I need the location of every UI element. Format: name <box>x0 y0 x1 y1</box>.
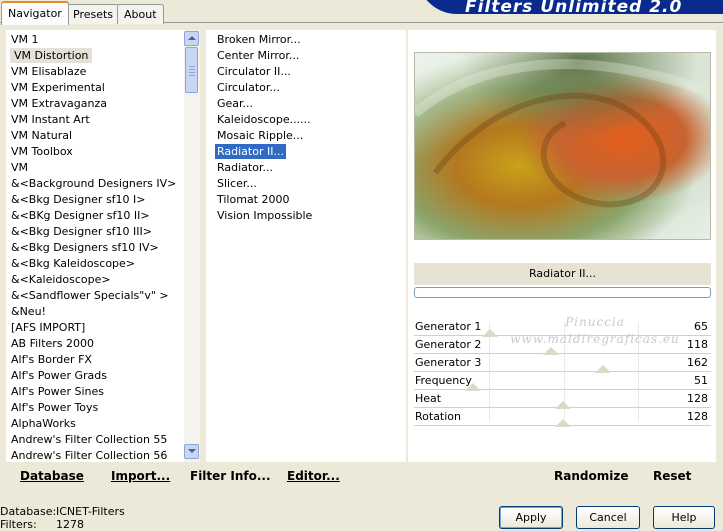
category-item[interactable]: VM Experimental <box>11 80 105 95</box>
filter-item[interactable]: Broken Mirror... <box>217 32 301 47</box>
filter-item[interactable]: Circulator II... <box>217 64 291 79</box>
filter-item[interactable]: Slicer... <box>217 176 257 191</box>
filter-item[interactable]: Gear... <box>217 96 253 111</box>
category-item[interactable]: AlphaWorks <box>11 416 76 431</box>
param-label: Frequency <box>415 374 472 387</box>
scroll-down-icon <box>188 449 196 453</box>
category-item[interactable]: VM Elisablaze <box>11 64 86 79</box>
filters-count-value: 1278 <box>56 518 84 531</box>
database-status-value: ICNET-Filters <box>56 505 125 518</box>
param-slider-heat[interactable]: Heat 128 <box>414 390 711 409</box>
tab-navigator[interactable]: Navigator <box>1 1 69 25</box>
editor-label: Editor... <box>287 469 340 483</box>
param-value: 51 <box>694 374 708 387</box>
category-item[interactable]: &<Sandflower Specials"v" > <box>11 288 169 303</box>
category-item[interactable]: &<Background Designers IV> <box>11 176 176 191</box>
category-item[interactable]: VM Toolbox <box>11 144 73 159</box>
scroll-thumb[interactable] <box>185 47 198 93</box>
category-item[interactable]: Andrew's Filter Collection 55 <box>11 432 167 447</box>
filter-list[interactable]: Broken Mirror... Center Mirror... Circulat… <box>206 30 406 462</box>
category-item[interactable]: &<Bkg Kaleidoscope> <box>11 256 135 271</box>
category-item[interactable]: &<Bkg Designers sf10 IV> <box>11 240 159 255</box>
category-item[interactable]: VM Instant Art <box>11 112 90 127</box>
filter-item[interactable]: Kaleidoscope...... <box>217 112 311 127</box>
filter-item[interactable]: Radiator... <box>217 160 273 175</box>
watermark: Pinuccia www.maldiregraficas.eu <box>500 314 690 348</box>
apply-button[interactable]: Apply <box>499 506 563 529</box>
category-item[interactable]: Alf's Power Grads <box>11 368 107 383</box>
category-item[interactable]: VM 1 <box>11 32 39 47</box>
help-button[interactable]: Help <box>653 506 715 529</box>
editor-button[interactable]: Editor... <box>287 469 340 483</box>
param-label: Rotation <box>415 410 462 423</box>
cancel-button[interactable]: Cancel <box>576 506 640 529</box>
tab-about[interactable]: About <box>117 4 164 24</box>
param-slider-generator-3[interactable]: Generator 3 162 <box>414 354 711 373</box>
import-button[interactable]: Import... <box>111 469 170 483</box>
param-slider-frequency[interactable]: Frequency 51 <box>414 372 711 391</box>
filter-item[interactable]: Mosaic Ripple... <box>217 128 303 143</box>
param-value: 118 <box>687 338 708 351</box>
slider-thumb[interactable] <box>555 419 572 427</box>
param-label: Heat <box>415 392 442 405</box>
filter-item[interactable]: Radiator II... <box>214 143 287 160</box>
database-status-label: Database: <box>0 505 57 518</box>
filter-item[interactable]: Vision Impossible <box>217 208 312 223</box>
category-item[interactable]: &<Kaleidoscope> <box>11 272 111 287</box>
category-scrollbar[interactable] <box>184 30 200 462</box>
filter-item[interactable]: Tilomat 2000 <box>217 192 289 207</box>
category-item[interactable]: &Neu! <box>11 304 46 319</box>
category-item[interactable]: [AFS IMPORT] <box>11 320 85 335</box>
param-label: Generator 3 <box>415 356 482 369</box>
database-button[interactable]: Database <box>20 469 84 483</box>
category-item[interactable]: &<Bkg Designer sf10 I> <box>11 192 146 207</box>
category-item[interactable]: VM Extravaganza <box>11 96 107 111</box>
category-item[interactable]: AB Filters 2000 <box>11 336 94 351</box>
category-item[interactable]: &<Bkg Designer sf10 III> <box>11 224 152 239</box>
filters-count-label: Filters: <box>0 518 37 531</box>
param-value: 65 <box>694 320 708 333</box>
param-label: Generator 2 <box>415 338 482 351</box>
watermark-line-2: www.maldiregraficas.eu <box>510 332 680 346</box>
watermark-line-1: Pinuccia <box>565 315 625 329</box>
filter-item[interactable]: Circulator... <box>217 80 280 95</box>
category-item[interactable]: VM <box>11 160 28 175</box>
database-label: Database <box>20 469 84 483</box>
param-value: 128 <box>687 392 708 405</box>
current-filter-name: Radiator II... <box>414 263 711 285</box>
banner-title: Filters Unlimited 2.0 <box>465 0 683 17</box>
tab-presets[interactable]: Presets <box>66 4 121 24</box>
category-item[interactable]: &<BKg Designer sf10 II> <box>11 208 150 223</box>
filter-item[interactable]: Center Mirror... <box>217 48 299 63</box>
param-value: 162 <box>687 356 708 369</box>
scroll-up-button[interactable] <box>184 31 199 46</box>
import-label: Import... <box>111 469 171 483</box>
filter-preview-image <box>414 52 711 240</box>
param-label: Generator 1 <box>415 320 482 333</box>
progress-bar <box>414 287 711 298</box>
category-item[interactable]: VM Distortion <box>10 48 93 63</box>
category-list[interactable]: VM 1 VM Distortion VM Elisablaze VM Experim… <box>6 30 184 462</box>
param-value: 128 <box>687 410 708 423</box>
reset-button[interactable]: Reset <box>653 469 691 483</box>
scroll-down-button[interactable] <box>184 444 199 459</box>
category-item[interactable]: Alf's Power Toys <box>11 400 98 415</box>
randomize-button[interactable]: Randomize <box>554 469 628 483</box>
category-item[interactable]: Andrew's Filter Collection 56 <box>11 448 167 463</box>
scroll-up-icon <box>188 36 196 40</box>
category-item[interactable]: Alf's Power Sines <box>11 384 104 399</box>
filter-info-button[interactable]: Filter Info... <box>190 469 271 483</box>
param-slider-rotation[interactable]: Rotation 128 <box>414 408 711 427</box>
category-item[interactable]: Alf's Border FX <box>11 352 92 367</box>
category-item[interactable]: VM Natural <box>11 128 72 143</box>
